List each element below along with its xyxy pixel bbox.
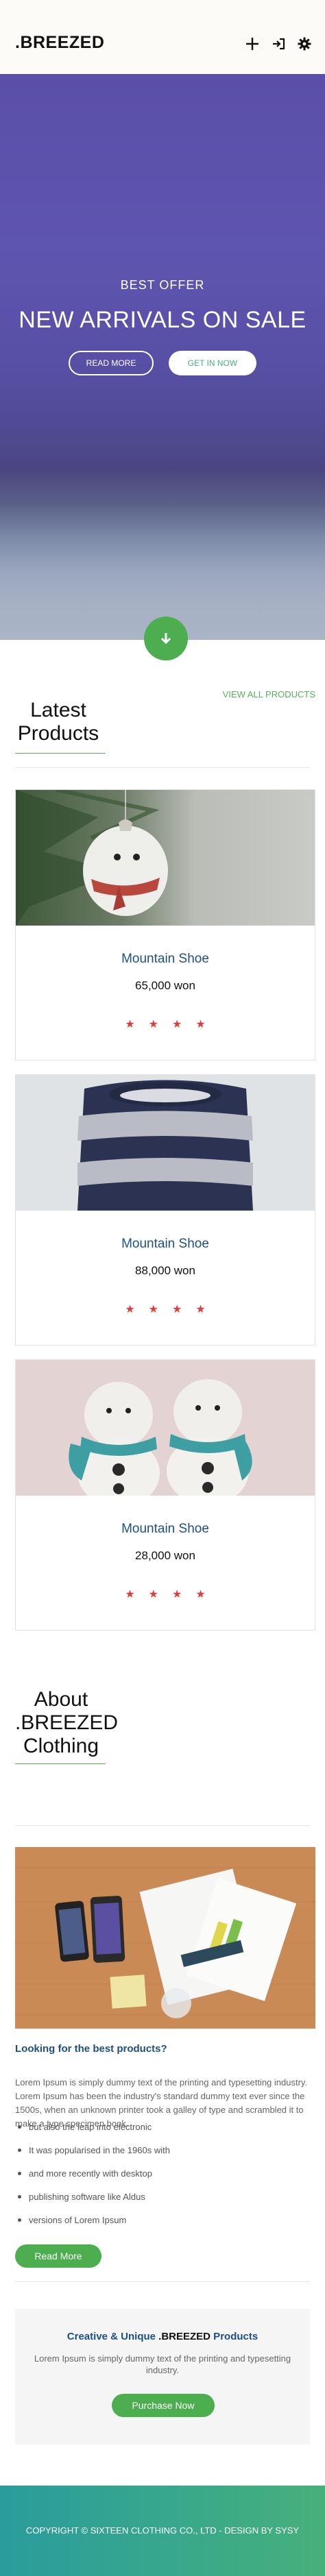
purchase-now-button[interactable]: Purchase Now <box>112 2394 215 2417</box>
view-all-products-link[interactable]: VIEW ALL PRODUCTS <box>223 689 315 699</box>
plus-icon[interactable] <box>244 36 261 52</box>
list-item: versions of Lorem Ipsum <box>15 2214 310 2226</box>
divider <box>15 767 310 768</box>
get-in-now-button[interactable]: GET IN NOW <box>169 351 256 375</box>
star-icon: ★ <box>148 1302 158 1315</box>
rating-stars: ★ ★ ★ ★ <box>16 1587 315 1600</box>
promo-box: Creative & Unique .BREEZED Products Lore… <box>15 2309 310 2444</box>
product-card[interactable]: Mountain Shoe 88,000 won ★ ★ ★ ★ <box>15 1074 315 1346</box>
promo-text: Lorem Ipsum is simply dummy text of the … <box>34 2353 291 2375</box>
about-read-more-button[interactable]: Read More <box>15 2244 101 2268</box>
list-item: but also the leap into electronic <box>15 2121 310 2133</box>
about-title-line1: About <box>34 1688 88 1711</box>
rating-stars: ★ ★ ★ ★ <box>16 1302 315 1315</box>
about-heading: Looking for the best products? <box>15 2043 167 2055</box>
list-item: It was popularised in the 1960s with <box>15 2144 310 2156</box>
divider <box>15 1825 310 1826</box>
star-icon: ★ <box>195 1017 206 1030</box>
gear-icon[interactable] <box>296 36 313 52</box>
product-card[interactable]: Mountain Shoe 28,000 won ★ ★ ★ ★ <box>15 1359 315 1631</box>
star-icon: ★ <box>125 1017 135 1030</box>
divider <box>15 2281 310 2282</box>
star-icon: ★ <box>195 1302 206 1315</box>
read-more-button[interactable]: READ MORE <box>69 351 154 375</box>
hero-banner: BEST OFFER NEW ARRIVALS ON SALE READ MOR… <box>0 74 325 640</box>
list-item: publishing software like Aldus <box>15 2191 310 2203</box>
title-underline <box>15 1763 106 1764</box>
logo[interactable]: .BREEZED <box>15 33 104 53</box>
promo-title-prefix: Creative & Unique <box>67 2331 159 2342</box>
hero-buttons: READ MORE GET IN NOW <box>0 351 325 375</box>
star-icon: ★ <box>172 1587 182 1600</box>
star-icon: ★ <box>172 1302 182 1315</box>
title-underline <box>15 753 106 754</box>
about-image-desk <box>15 1847 315 2029</box>
product-price: 28,000 won <box>135 1549 195 1562</box>
rating-stars: ★ ★ ★ ★ <box>16 1017 315 1030</box>
product-image-snowmen <box>16 1360 315 1496</box>
star-icon: ★ <box>125 1302 135 1315</box>
hero-title: NEW ARRIVALS ON SALE <box>19 307 306 333</box>
star-icon: ★ <box>125 1587 135 1600</box>
scroll-down-button[interactable] <box>144 617 188 660</box>
product-name[interactable]: Mountain Shoe <box>16 1522 315 1537</box>
promo-title-suffix: Products <box>210 2331 258 2342</box>
about-title-line3: Clothing <box>23 1735 99 1757</box>
star-icon: ★ <box>148 1017 158 1030</box>
about-bullet-list: but also the leap into electronic It was… <box>15 2121 310 2238</box>
arrow-down-icon <box>160 633 171 645</box>
about-title-line2: .BREEZED <box>15 1711 119 1734</box>
promo-title: Creative & Unique .BREEZED Products <box>15 2331 310 2342</box>
header-icons <box>244 36 313 52</box>
about-title: About .BREEZED Clothing <box>15 1688 119 1758</box>
star-icon: ★ <box>195 1587 206 1600</box>
site-footer: COPYRIGHT © SIXTEEN CLOTHING CO., LTD - … <box>0 2486 325 2576</box>
star-icon: ★ <box>148 1587 158 1600</box>
latest-title-line2: Products <box>17 722 99 745</box>
promo-title-brand: .BREEZED <box>158 2331 211 2342</box>
star-icon: ★ <box>172 1017 182 1030</box>
product-price: 65,000 won <box>135 979 195 992</box>
list-item: and more recently with desktop <box>15 2168 310 2179</box>
product-image-sweater <box>16 1075 315 1211</box>
site-header: .BREEZED <box>0 0 325 74</box>
latest-products-title: Latest Products <box>15 699 101 745</box>
hero-subtitle: BEST OFFER <box>120 278 205 292</box>
sign-in-icon[interactable] <box>270 36 287 52</box>
product-name[interactable]: Mountain Shoe <box>16 1237 315 1252</box>
latest-title-line1: Latest <box>30 699 86 721</box>
product-image-ornament <box>16 790 315 926</box>
product-card[interactable]: Mountain Shoe 65,000 won ★ ★ ★ ★ <box>15 789 315 1061</box>
product-name[interactable]: Mountain Shoe <box>16 952 315 967</box>
product-price: 88,000 won <box>135 1264 195 1277</box>
copyright-text: COPYRIGHT © SIXTEEN CLOTHING CO., LTD - … <box>25 2525 300 2536</box>
